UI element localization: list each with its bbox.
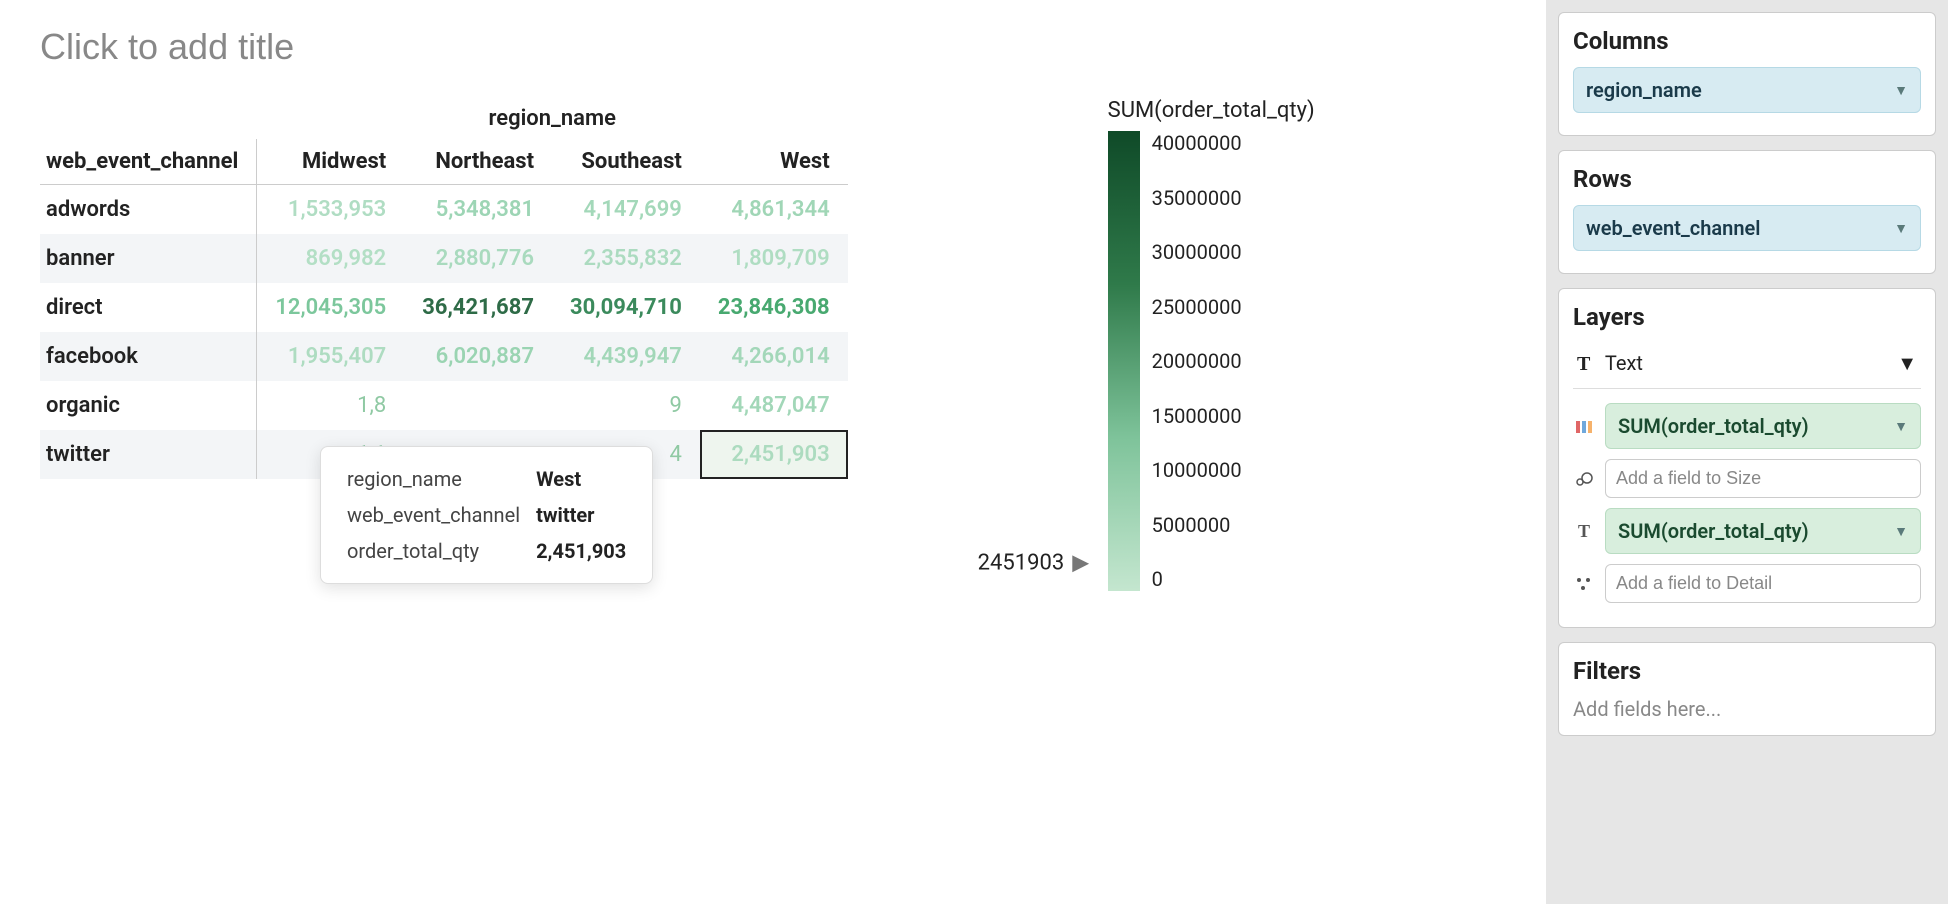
data-cell[interactable]: 2,880,776 [404, 234, 552, 283]
layers-panel[interactable]: Layers T Text ▼ SUM(order_total_qty) ▼ T [1558, 288, 1936, 628]
row-header[interactable]: direct [40, 283, 257, 332]
column-header[interactable]: Northeast [404, 139, 552, 185]
data-cell[interactable] [404, 381, 552, 430]
columns-panel-title: Columns [1573, 27, 1921, 55]
legend-tick: 30000000 [1152, 240, 1242, 264]
tooltip-value: 2,451,903 [528, 533, 634, 569]
chevron-down-icon[interactable]: ▼ [1894, 220, 1908, 237]
legend-tick: 0 [1152, 567, 1242, 591]
legend-pointer-value: 2451903 [978, 551, 1065, 576]
mark-type-label: Text [1605, 351, 1643, 375]
data-cell[interactable]: 6,020,887 [404, 332, 552, 381]
filters-empty-text: Add fields here... [1573, 697, 1921, 721]
data-cell[interactable]: 4,266,014 [700, 332, 848, 381]
tooltip-key: region_name [339, 461, 528, 497]
row-header[interactable]: adwords [40, 185, 257, 235]
legend-tick-labels: 40000000 35000000 30000000 25000000 20000000… [1152, 131, 1242, 591]
data-table: region_nameweb_event_channelMidwestNorth… [40, 98, 848, 479]
row-header[interactable]: twitter [40, 430, 257, 479]
legend-title: SUM(order_total_qty) [1108, 98, 1315, 123]
legend-tick: 25000000 [1152, 295, 1242, 319]
rows-field-pill[interactable]: web_event_channel ▼ [1573, 205, 1921, 251]
detail-field-input[interactable] [1605, 564, 1921, 603]
data-cell[interactable]: 2,451,903 [700, 430, 848, 479]
legend-tick: 20000000 [1152, 349, 1242, 373]
data-cell[interactable]: 1,809,709 [700, 234, 848, 283]
row-header[interactable]: organic [40, 381, 257, 430]
color-legend: SUM(order_total_qty) 2451903 ▶ 400000003… [1108, 98, 1315, 591]
data-cell[interactable]: 869,982 [257, 234, 404, 283]
row-header-label: web_event_channel [40, 139, 257, 185]
data-cell[interactable]: 4,861,344 [700, 185, 848, 235]
columns-panel[interactable]: Columns region_name ▼ [1558, 12, 1936, 136]
text-field-pill[interactable]: SUM(order_total_qty) ▼ [1605, 508, 1921, 554]
tooltip-key: web_event_channel [339, 497, 528, 533]
data-cell[interactable]: 4,487,047 [700, 381, 848, 430]
data-cell[interactable]: 5,348,381 [404, 185, 552, 235]
data-cell[interactable]: 30,094,710 [552, 283, 700, 332]
rows-field-label: web_event_channel [1586, 216, 1760, 240]
pointer-arrow-icon: ▶ [1072, 551, 1089, 576]
text-field-label: SUM(order_total_qty) [1618, 519, 1809, 543]
tooltip-value: West [528, 461, 634, 497]
config-sidebar: Columns region_name ▼ Rows web_event_cha… [1546, 0, 1948, 904]
color-field-pill[interactable]: SUM(order_total_qty) ▼ [1605, 403, 1921, 449]
data-cell[interactable]: 1,955,407 [257, 332, 404, 381]
row-header[interactable]: facebook [40, 332, 257, 381]
legend-tick: 35000000 [1152, 186, 1242, 210]
legend-pointer: 2451903 ▶ [978, 551, 1089, 576]
data-cell[interactable]: 1,533,953 [257, 185, 404, 235]
filters-panel[interactable]: Filters Add fields here... [1558, 642, 1936, 736]
size-field-input[interactable] [1605, 459, 1921, 498]
layers-panel-title: Layers [1573, 303, 1921, 331]
size-icon [1573, 468, 1595, 489]
data-cell[interactable]: 1,8 [257, 381, 404, 430]
chevron-down-icon[interactable]: ▼ [1897, 351, 1917, 376]
color-field-label: SUM(order_total_qty) [1618, 414, 1809, 438]
column-header[interactable]: Southeast [552, 139, 700, 185]
rows-panel[interactable]: Rows web_event_channel ▼ [1558, 150, 1936, 274]
data-cell[interactable]: 23,846,308 [700, 283, 848, 332]
legend-gradient-bar [1108, 131, 1140, 591]
legend-tick: 40000000 [1152, 131, 1242, 155]
legend-tick: 10000000 [1152, 458, 1242, 482]
chart-title-input[interactable] [40, 20, 640, 78]
tooltip-value: twitter [528, 497, 634, 533]
data-cell[interactable]: 12,045,305 [257, 283, 404, 332]
columns-field-pill[interactable]: region_name ▼ [1573, 67, 1921, 113]
legend-tick: 15000000 [1152, 404, 1242, 428]
cell-tooltip: region_nameWestweb_event_channeltwittero… [320, 446, 653, 584]
chevron-down-icon[interactable]: ▼ [1894, 523, 1908, 540]
data-cell[interactable]: 4,439,947 [552, 332, 700, 381]
chevron-down-icon[interactable]: ▼ [1894, 418, 1908, 435]
chevron-down-icon[interactable]: ▼ [1894, 82, 1908, 99]
rows-panel-title: Rows [1573, 165, 1921, 193]
tooltip-key: order_total_qty [339, 533, 528, 569]
data-cell[interactable]: 2,355,832 [552, 234, 700, 283]
filters-panel-title: Filters [1573, 657, 1921, 685]
column-header[interactable]: Midwest [257, 139, 404, 185]
color-icon [1573, 416, 1595, 437]
column-header[interactable]: West [700, 139, 848, 185]
data-cell[interactable]: 4,147,699 [552, 185, 700, 235]
data-cell[interactable]: 36,421,687 [404, 283, 552, 332]
legend-tick: 5000000 [1152, 513, 1242, 537]
data-cell[interactable]: 9 [552, 381, 700, 430]
row-header[interactable]: banner [40, 234, 257, 283]
column-group-label: region_name [257, 98, 848, 139]
mark-type-select[interactable]: T Text ▼ [1573, 343, 1921, 389]
text-icon: T [1573, 521, 1595, 542]
columns-field-label: region_name [1586, 78, 1702, 102]
detail-icon [1573, 573, 1595, 594]
text-icon: T [1577, 353, 1590, 375]
pivot-table: region_nameweb_event_channelMidwestNorth… [40, 98, 848, 591]
